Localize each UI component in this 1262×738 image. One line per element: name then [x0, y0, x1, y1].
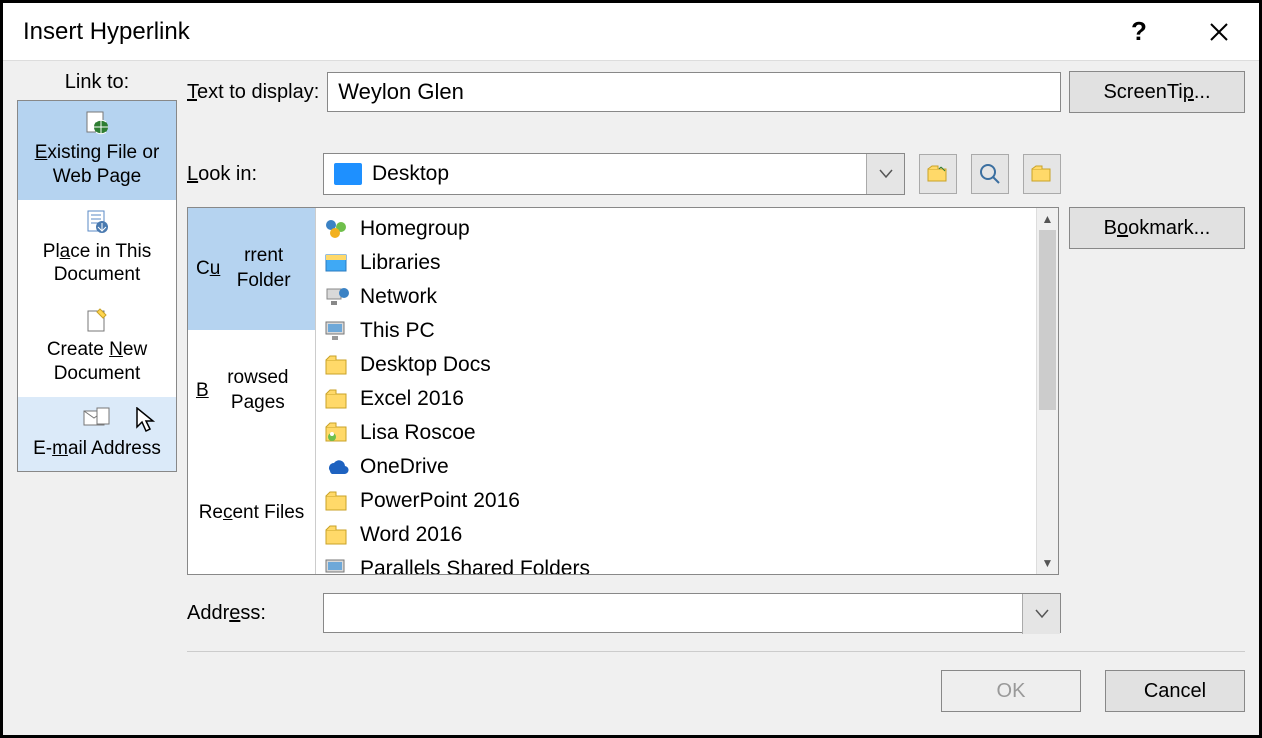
bookmark-button[interactable]: Bookmark...: [1069, 207, 1245, 249]
scroll-down-icon[interactable]: ▼: [1037, 552, 1058, 574]
link-to-item-label: Existing File or Web Page: [22, 141, 172, 189]
link-to-create-new[interactable]: Create New Document: [18, 298, 176, 397]
browse-area: Current Folder Browsed Pages Recent File…: [187, 207, 1059, 575]
file-web-icon: [83, 109, 111, 137]
scroll-thumb[interactable]: [1039, 230, 1056, 410]
file-list[interactable]: Homegroup Libraries Network This PC Desktop …: [316, 208, 1058, 574]
link-to-item-label: E-mail Address: [22, 437, 172, 461]
folder-up-icon: [927, 165, 949, 183]
cursor-icon: [136, 407, 158, 435]
address-label: Address:: [187, 602, 315, 625]
email-icon: [83, 405, 111, 433]
ok-button[interactable]: OK: [941, 670, 1081, 712]
look-in-label: Look in:: [187, 163, 315, 186]
tab-recent-files[interactable]: Recent Files: [188, 452, 315, 574]
tab-browsed-pages[interactable]: Browsed Pages: [188, 330, 315, 452]
address-input[interactable]: [324, 594, 1022, 632]
look-in-value: Desktop: [372, 162, 866, 186]
address-combo[interactable]: [323, 593, 1061, 633]
folder-icon: [324, 387, 350, 411]
main-panel: Text to display: ScreenTip... Look in: D…: [187, 71, 1245, 721]
list-item[interactable]: Desktop Docs: [316, 348, 1058, 382]
user-folder-icon: [324, 421, 350, 445]
screentip-button[interactable]: ScreenTip...: [1069, 71, 1245, 113]
file-name: OneDrive: [360, 455, 449, 479]
folder-icon: [324, 523, 350, 547]
link-to-label: Link to:: [65, 71, 129, 94]
chevron-down-icon[interactable]: [1022, 594, 1060, 634]
text-to-display-input[interactable]: [327, 72, 1061, 112]
pc-icon: [324, 557, 350, 574]
file-name: PowerPoint 2016: [360, 489, 520, 513]
link-to-item-label: Place in This Document: [22, 240, 172, 288]
chevron-down-icon[interactable]: [866, 154, 904, 194]
list-item[interactable]: Libraries: [316, 246, 1058, 280]
pc-icon: [324, 319, 350, 343]
link-to-existing-file[interactable]: Existing File or Web Page: [18, 101, 176, 200]
list-item[interactable]: Excel 2016: [316, 382, 1058, 416]
link-to-panel: Link to: Existing File or Web Page Place…: [17, 71, 177, 721]
file-name: Excel 2016: [360, 387, 464, 411]
list-item[interactable]: Homegroup: [316, 212, 1058, 246]
list-item[interactable]: PowerPoint 2016: [316, 484, 1058, 518]
link-to-email[interactable]: E-mail Address: [18, 397, 176, 472]
doc-place-icon: [83, 208, 111, 236]
file-name: Desktop Docs: [360, 353, 491, 377]
list-item[interactable]: OneDrive: [316, 450, 1058, 484]
look-in-combo[interactable]: Desktop: [323, 153, 905, 195]
up-folder-button[interactable]: [919, 154, 957, 194]
folder-icon: [324, 489, 350, 513]
file-name: Parallels Shared Folders: [360, 557, 590, 574]
file-name: Lisa Roscoe: [360, 421, 476, 445]
scrollbar[interactable]: ▲ ▼: [1036, 208, 1058, 574]
close-icon: [1209, 22, 1229, 42]
divider: [187, 651, 1245, 652]
folder-open-icon: [1031, 165, 1053, 183]
doc-new-icon: [83, 306, 111, 334]
browse-web-button[interactable]: [971, 154, 1009, 194]
browse-tabs: Current Folder Browsed Pages Recent File…: [188, 208, 316, 574]
list-item[interactable]: Lisa Roscoe: [316, 416, 1058, 450]
file-name: Homegroup: [360, 217, 470, 241]
homegroup-icon: [324, 217, 350, 241]
list-item[interactable]: Parallels Shared Folders: [316, 552, 1058, 574]
text-to-display-label: Text to display:: [187, 81, 319, 104]
link-to-item-label: Create New Document: [22, 338, 172, 386]
file-name: This PC: [360, 319, 435, 343]
libraries-icon: [324, 251, 350, 275]
cancel-button[interactable]: Cancel: [1105, 670, 1245, 712]
list-item[interactable]: Word 2016: [316, 518, 1058, 552]
browse-file-button[interactable]: [1023, 154, 1061, 194]
file-name: Libraries: [360, 251, 441, 275]
link-to-list: Existing File or Web Page Place in This …: [17, 100, 177, 472]
onedrive-icon: [324, 455, 350, 479]
titlebar: Insert Hyperlink ?: [3, 3, 1259, 61]
tab-current-folder[interactable]: Current Folder: [188, 208, 315, 330]
link-to-place-in-doc[interactable]: Place in This Document: [18, 200, 176, 299]
list-item[interactable]: This PC: [316, 314, 1058, 348]
folder-icon: [324, 353, 350, 377]
scroll-up-icon[interactable]: ▲: [1037, 208, 1058, 230]
desktop-icon: [334, 163, 362, 185]
list-item[interactable]: Network: [316, 280, 1058, 314]
file-name: Network: [360, 285, 437, 309]
network-icon: [324, 285, 350, 309]
web-search-icon: [979, 163, 1001, 185]
help-button[interactable]: ?: [1119, 12, 1159, 52]
file-name: Word 2016: [360, 523, 462, 547]
close-button[interactable]: [1199, 12, 1239, 52]
dialog-title: Insert Hyperlink: [23, 18, 1119, 46]
